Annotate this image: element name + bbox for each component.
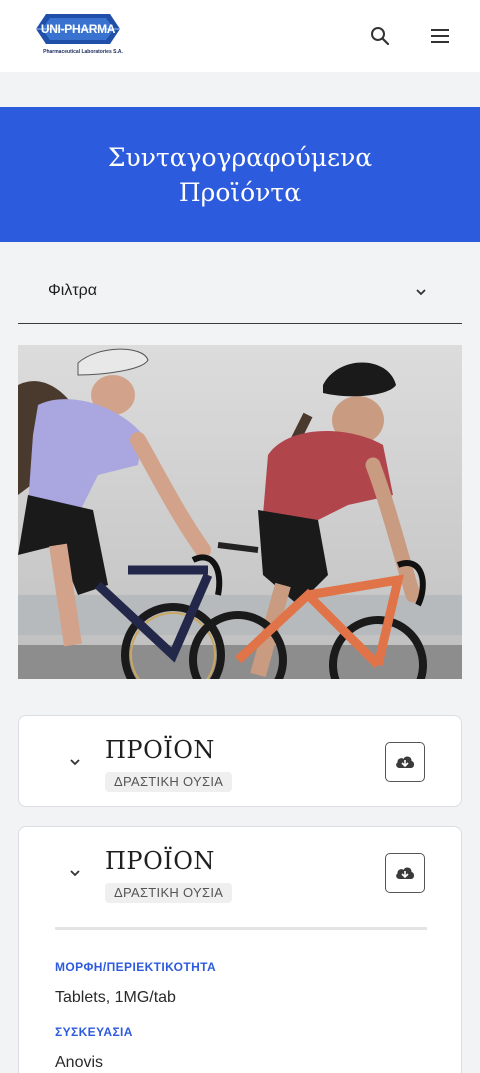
spec-value-form: Tablets, 1MG/tab <box>55 989 176 1006</box>
product-card[interactable]: ΠΡΟΪΟΝ ΔΡΑΣΤΙΚΗ ΟΥΣΙΑ <box>18 715 462 807</box>
chevron-down-icon[interactable] <box>67 865 83 881</box>
page-title: Συνταγογραφούμενα Προϊόντα <box>107 142 373 207</box>
active-substance-badge: ΔΡΑΣΤΙΚΗ ΟΥΣΙΑ <box>105 772 233 792</box>
cloud-download-icon <box>396 756 415 768</box>
menu-button[interactable] <box>426 22 454 50</box>
logo-text: UNI-PHARMA <box>40 22 116 36</box>
spec-value-package: Anovis <box>55 1054 104 1071</box>
active-substance-badge: ΔΡΑΣΤΙΚΗ ΟΥΣΙΑ <box>105 883 233 903</box>
product-title: ΠΡΟΪΟΝ <box>105 736 215 764</box>
top-header: UNI-PHARMA Pharmaceutical Laboratories S… <box>0 0 480 72</box>
cloud-download-icon <box>396 867 415 879</box>
spec-label-form: ΜΟΡΦΗ/ΠΕΡΙΕΚΤΙΚΟΤΗΤΑ <box>55 960 217 974</box>
cyclists-photo <box>18 345 462 679</box>
spec-label-package: ΣΥΣΚΕΥΑΣΙΑ <box>55 1025 133 1039</box>
download-button[interactable] <box>385 853 425 893</box>
search-button[interactable] <box>366 22 394 50</box>
download-button[interactable] <box>385 742 425 782</box>
uni-pharma-logo[interactable]: UNI-PHARMA Pharmaceutical Laboratories S… <box>28 12 138 60</box>
product-title: ΠΡΟΪΟΝ <box>105 847 215 875</box>
card-divider <box>55 927 427 930</box>
filters-dropdown[interactable]: Φιλτρα <box>18 262 462 324</box>
hero-banner: Συνταγογραφούμενα Προϊόντα <box>0 107 480 242</box>
hamburger-menu-icon <box>431 29 449 43</box>
product-card-expanded[interactable]: ΠΡΟΪΟΝ ΔΡΑΣΤΙΚΗ ΟΥΣΙΑ ΜΟΡΦΗ/ΠΕΡΙΕΚΤΙΚΟΤΗ… <box>18 826 462 1073</box>
chevron-down-icon[interactable] <box>67 754 83 770</box>
search-icon <box>371 27 390 46</box>
filters-label: Φιλτρα <box>48 282 97 299</box>
chevron-down-icon <box>416 289 426 296</box>
logo-subtitle: Pharmaceutical Laboratories S.A. <box>43 49 123 55</box>
